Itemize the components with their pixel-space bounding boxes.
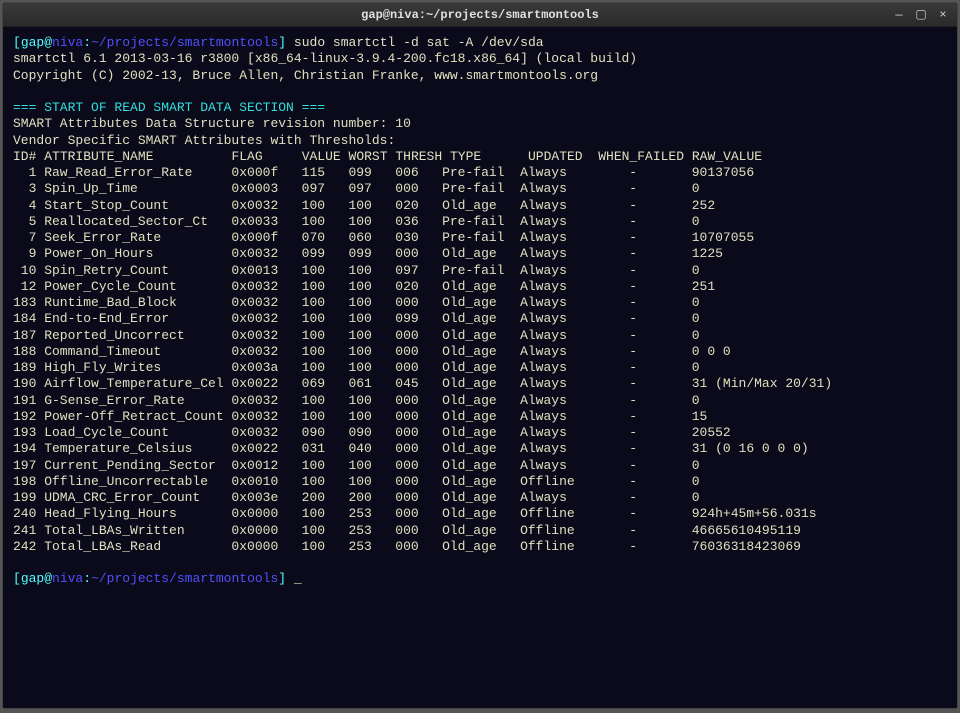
table-row: 10 Spin_Retry_Count 0x0013 100 100 097 P… bbox=[13, 263, 947, 279]
table-row: 194 Temperature_Celsius 0x0022 031 040 0… bbox=[13, 441, 947, 457]
table-row: 187 Reported_Uncorrect 0x0032 100 100 00… bbox=[13, 328, 947, 344]
prompt-user: gap bbox=[21, 35, 44, 50]
table-body: 1 Raw_Read_Error_Rate 0x000f 115 099 006… bbox=[13, 165, 947, 555]
close-button[interactable]: × bbox=[935, 7, 951, 23]
table-row: 4 Start_Stop_Count 0x0032 100 100 020 Ol… bbox=[13, 198, 947, 214]
section-banner: === START OF READ SMART DATA SECTION === bbox=[13, 100, 325, 115]
table-row: 198 Offline_Uncorrectable 0x0010 100 100… bbox=[13, 474, 947, 490]
table-row: 184 End-to-End_Error 0x0032 100 100 099 … bbox=[13, 311, 947, 327]
revision-line: SMART Attributes Data Structure revision… bbox=[13, 116, 411, 131]
table-row: 7 Seek_Error_Rate 0x000f 070 060 030 Pre… bbox=[13, 230, 947, 246]
table-row: 3 Spin_Up_Time 0x0003 097 097 000 Pre-fa… bbox=[13, 181, 947, 197]
table-row: 183 Runtime_Bad_Block 0x0032 100 100 000… bbox=[13, 295, 947, 311]
table-row: 199 UDMA_CRC_Error_Count 0x003e 200 200 … bbox=[13, 490, 947, 506]
table-row: 193 Load_Cycle_Count 0x0032 090 090 000 … bbox=[13, 425, 947, 441]
prompt-host: niva bbox=[52, 35, 83, 50]
minimize-button[interactable]: — bbox=[891, 7, 907, 23]
command-text: sudo smartctl -d sat -A /dev/sda bbox=[294, 35, 544, 50]
table-row: 12 Power_Cycle_Count 0x0032 100 100 020 … bbox=[13, 279, 947, 295]
version-line: smartctl 6.1 2013-03-16 r3800 [x86_64-li… bbox=[13, 51, 637, 66]
table-row: 1 Raw_Read_Error_Rate 0x000f 115 099 006… bbox=[13, 165, 947, 181]
cursor: _ bbox=[294, 571, 302, 585]
copyright-line: Copyright (C) 2002-13, Bruce Allen, Chri… bbox=[13, 68, 598, 83]
titlebar[interactable]: gap@niva:~/projects/smartmontools — ▢ × bbox=[3, 3, 957, 27]
table-row: 192 Power-Off_Retract_Count 0x0032 100 1… bbox=[13, 409, 947, 425]
window-controls: — ▢ × bbox=[891, 7, 951, 23]
terminal-body[interactable]: [gap@niva:~/projects/smartmontools] sudo… bbox=[3, 27, 957, 708]
table-row: 189 High_Fly_Writes 0x003a 100 100 000 O… bbox=[13, 360, 947, 376]
table-header: ID# ATTRIBUTE_NAME FLAG VALUE WORST THRE… bbox=[13, 149, 762, 164]
table-row: 5 Reallocated_Sector_Ct 0x0033 100 100 0… bbox=[13, 214, 947, 230]
vendor-line: Vendor Specific SMART Attributes with Th… bbox=[13, 133, 395, 148]
table-row: 197 Current_Pending_Sector 0x0012 100 10… bbox=[13, 458, 947, 474]
window-title: gap@niva:~/projects/smartmontools bbox=[361, 8, 599, 22]
table-row: 9 Power_On_Hours 0x0032 099 099 000 Old_… bbox=[13, 246, 947, 262]
table-row: 190 Airflow_Temperature_Cel 0x0022 069 0… bbox=[13, 376, 947, 392]
table-row: 241 Total_LBAs_Written 0x0000 100 253 00… bbox=[13, 523, 947, 539]
table-row: 191 G-Sense_Error_Rate 0x0032 100 100 00… bbox=[13, 393, 947, 409]
maximize-button[interactable]: ▢ bbox=[913, 7, 929, 23]
table-row: 242 Total_LBAs_Read 0x0000 100 253 000 O… bbox=[13, 539, 947, 555]
table-row: 188 Command_Timeout 0x0032 100 100 000 O… bbox=[13, 344, 947, 360]
prompt-path: ~/projects/smartmontools bbox=[91, 35, 278, 50]
table-row: 240 Head_Flying_Hours 0x0000 100 253 000… bbox=[13, 506, 947, 522]
terminal-window: gap@niva:~/projects/smartmontools — ▢ × … bbox=[2, 2, 958, 709]
